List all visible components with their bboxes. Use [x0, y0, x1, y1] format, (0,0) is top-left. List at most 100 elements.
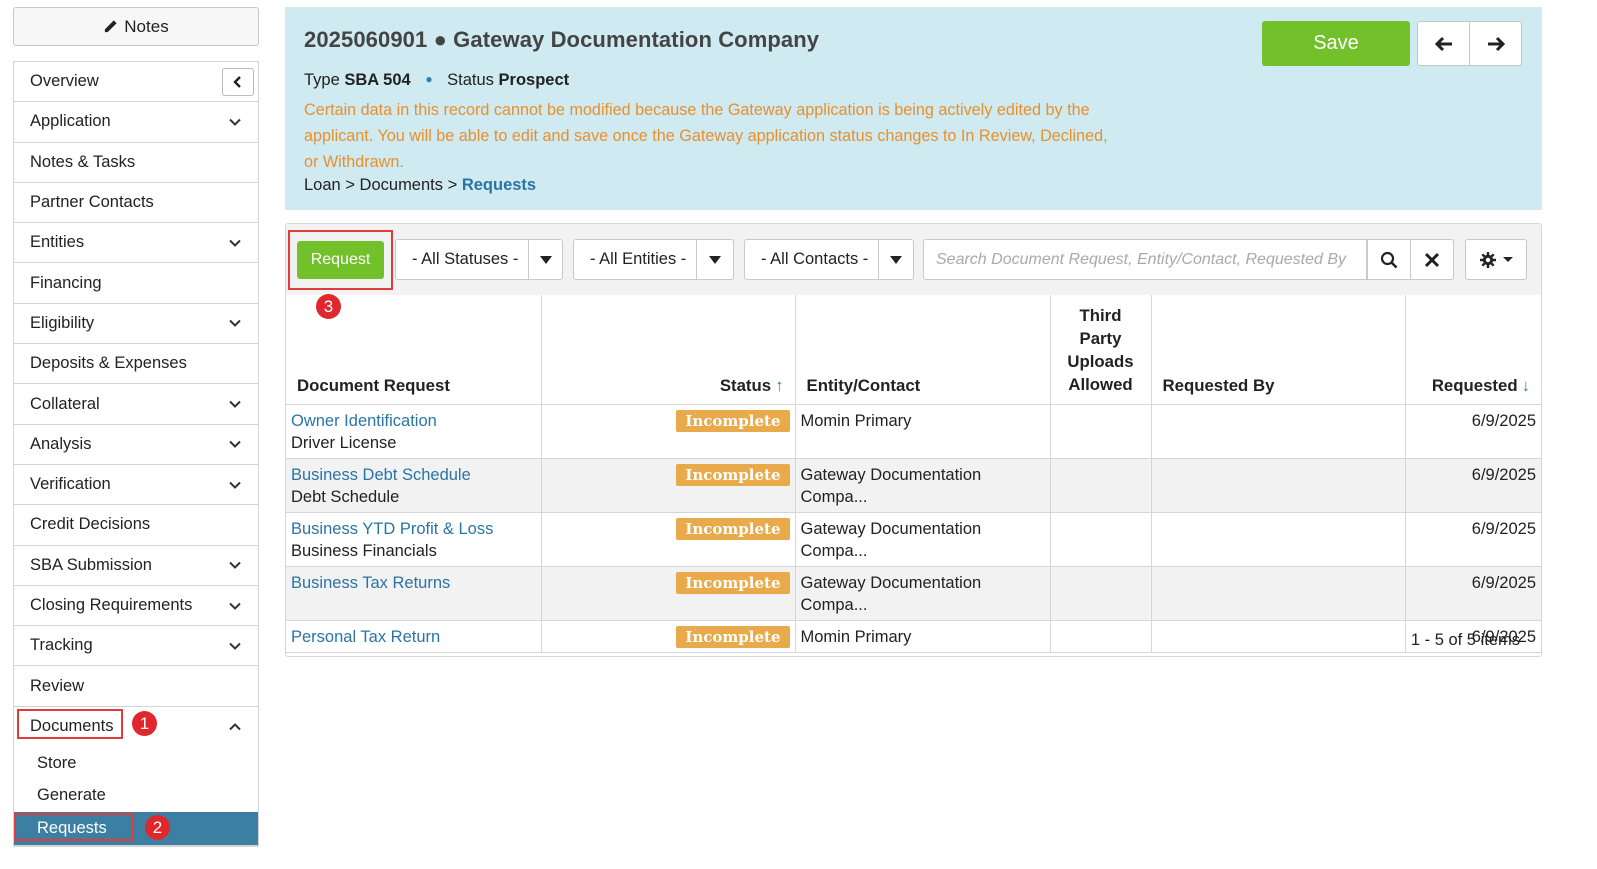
table-header-row: Document Request Status ↑ Entity/Contact … [286, 295, 1541, 405]
search-input[interactable]: Search Document Request, Entity/Contact,… [923, 239, 1367, 280]
sidebar-item-entities[interactable]: Entities [14, 223, 258, 264]
cell-requested-by [1151, 512, 1406, 567]
column-header-third-party-uploads[interactable]: Third Party Uploads Allowed [1050, 295, 1152, 405]
document-request-link[interactable]: Business Debt Schedule [291, 464, 536, 486]
status-badge: Incomplete [676, 517, 790, 540]
caret-down-icon[interactable] [878, 240, 913, 279]
sidebar-subitem-store[interactable]: Store [14, 747, 258, 780]
cell-third-party [1050, 512, 1152, 567]
cell-entity: Gateway Documentation Compa... [795, 566, 1051, 621]
table-row: Business Debt Schedule Debt Schedule Inc… [286, 458, 1541, 513]
status-badge: Incomplete [676, 571, 790, 594]
cell-document-request: Owner Identification Driver License [286, 404, 542, 459]
table-row: Owner Identification Driver License Inco… [286, 404, 1541, 459]
column-header-status[interactable]: Status ↑ [541, 295, 796, 405]
cell-third-party [1050, 404, 1152, 459]
sidebar-item-sba-submission[interactable]: SBA Submission [14, 545, 258, 586]
pager-info: 1 - 5 of 5 items [1410, 631, 1520, 649]
document-request-link[interactable]: Personal Tax Return [291, 626, 536, 648]
status-filter-dropdown[interactable]: - All Statuses - [395, 239, 563, 280]
sort-ascending-icon: ↑ [775, 375, 784, 395]
document-request-link[interactable]: Business YTD Profit & Loss [291, 518, 536, 540]
cell-entity: Momin Primary [795, 404, 1051, 459]
collapse-sidebar-button[interactable] [222, 67, 254, 96]
header-line: Uploads [1067, 351, 1134, 371]
cell-requested-by [1151, 458, 1406, 513]
status-badge: Incomplete [676, 625, 790, 648]
sidebar-item-review[interactable]: Review [14, 666, 258, 707]
caret-down-icon[interactable] [696, 240, 733, 279]
sidebar-item-eligibility[interactable]: Eligibility [14, 303, 258, 345]
column-header-requested-by[interactable]: Requested By [1151, 295, 1406, 405]
cell-third-party [1050, 620, 1152, 653]
cell-document-request: Business Tax Returns [286, 566, 542, 621]
step-badge-1: 1 [132, 711, 157, 736]
sidebar-item-label: Notes & Tasks [30, 152, 136, 171]
sidebar-item-partner-contacts[interactable]: Partner Contacts [14, 182, 258, 224]
grid-toolbar: Request - All Statuses - - All Entities … [286, 224, 1541, 295]
document-request-link[interactable]: Business Tax Returns [291, 572, 536, 594]
sidebar-item-label: Verification [30, 475, 111, 494]
caret-down-icon [1503, 257, 1513, 262]
sidebar-item-analysis[interactable]: Analysis [14, 424, 258, 465]
sidebar-item-label: Review [30, 676, 85, 695]
search-button[interactable] [1367, 239, 1411, 280]
breadcrumb-separator: > [345, 176, 355, 194]
entity-filter-dropdown[interactable]: - All Entities - [573, 239, 734, 280]
cell-status: Incomplete [541, 404, 796, 459]
cell-entity: Momin Primary [795, 620, 1051, 653]
breadcrumb-documents[interactable]: Documents [360, 176, 443, 194]
sidebar-item-verification[interactable]: Verification [14, 464, 258, 506]
next-record-button[interactable] [1469, 22, 1521, 65]
previous-record-button[interactable] [1418, 22, 1469, 65]
chevron-left-icon [233, 75, 241, 88]
status-value: Prospect [498, 71, 570, 89]
contact-filter-dropdown[interactable]: - All Contacts - [744, 239, 914, 280]
document-type: Business Financials [291, 541, 437, 560]
sidebar-item-label: SBA Submission [30, 555, 152, 574]
cell-document-request: Business Debt Schedule Debt Schedule [286, 458, 542, 513]
notes-button-label: Notes [124, 16, 169, 36]
document-type: Debt Schedule [291, 487, 400, 506]
clear-search-button[interactable] [1410, 239, 1454, 280]
column-header-entity-contact[interactable]: Entity/Contact [795, 295, 1051, 405]
table-row: Personal Tax Return Incomplete Momin Pri… [286, 620, 1541, 653]
gear-icon [1480, 251, 1496, 268]
cell-requested-date: 6/9/2025 [1405, 404, 1541, 459]
document-request-link[interactable]: Owner Identification [291, 410, 536, 432]
request-button[interactable]: Request [297, 241, 384, 279]
sidebar-item-credit-decisions[interactable]: Credit Decisions [14, 505, 258, 546]
sidebar-item-collateral[interactable]: Collateral [14, 384, 258, 425]
record-meta: Type SBA 504 ● Status Prospect [304, 71, 1523, 90]
sidebar-subitem-label: Requests [37, 818, 107, 837]
cell-requested-by [1151, 620, 1406, 653]
chevron-down-icon [229, 320, 241, 328]
documents-submenu: Store Generate Requests [14, 747, 258, 846]
caret-down-icon[interactable] [528, 240, 562, 279]
sidebar-item-closing-requirements[interactable]: Closing Requirements [14, 585, 258, 627]
header-line: Third [1079, 305, 1122, 325]
sidebar-item-deposits-expenses[interactable]: Deposits & Expenses [14, 344, 258, 385]
notes-button[interactable]: Notes [13, 7, 259, 46]
cell-third-party [1050, 566, 1152, 621]
sidebar-item-application[interactable]: Application [14, 102, 258, 143]
breadcrumb-separator: > [447, 176, 458, 194]
sidebar-item-label: Application [30, 112, 111, 131]
grid-settings-button[interactable] [1465, 239, 1527, 280]
save-button[interactable]: Save [1262, 21, 1410, 66]
sidebar-item-financing[interactable]: Financing [14, 263, 258, 304]
sidebar-item-overview[interactable]: Overview [14, 62, 258, 103]
cell-entity: Gateway Documentation Compa... [795, 458, 1051, 513]
sidebar-item-notes-tasks[interactable]: Notes & Tasks [14, 142, 258, 183]
breadcrumb-loan[interactable]: Loan [304, 176, 341, 194]
cell-requested-by [1151, 404, 1406, 459]
status-label: Status [447, 71, 494, 89]
sidebar-item-tracking[interactable]: Tracking [14, 626, 258, 667]
sidebar-subitem-requests[interactable]: Requests [14, 812, 258, 845]
sidebar-item-label: Analysis [30, 434, 92, 453]
column-header-requested[interactable]: Requested ↓ [1405, 295, 1541, 405]
type-value: SBA 504 [344, 71, 411, 89]
cell-requested-date: 6/9/2025 [1405, 458, 1541, 513]
sidebar-subitem-generate[interactable]: Generate [14, 779, 258, 813]
chevron-down-icon [229, 481, 241, 489]
